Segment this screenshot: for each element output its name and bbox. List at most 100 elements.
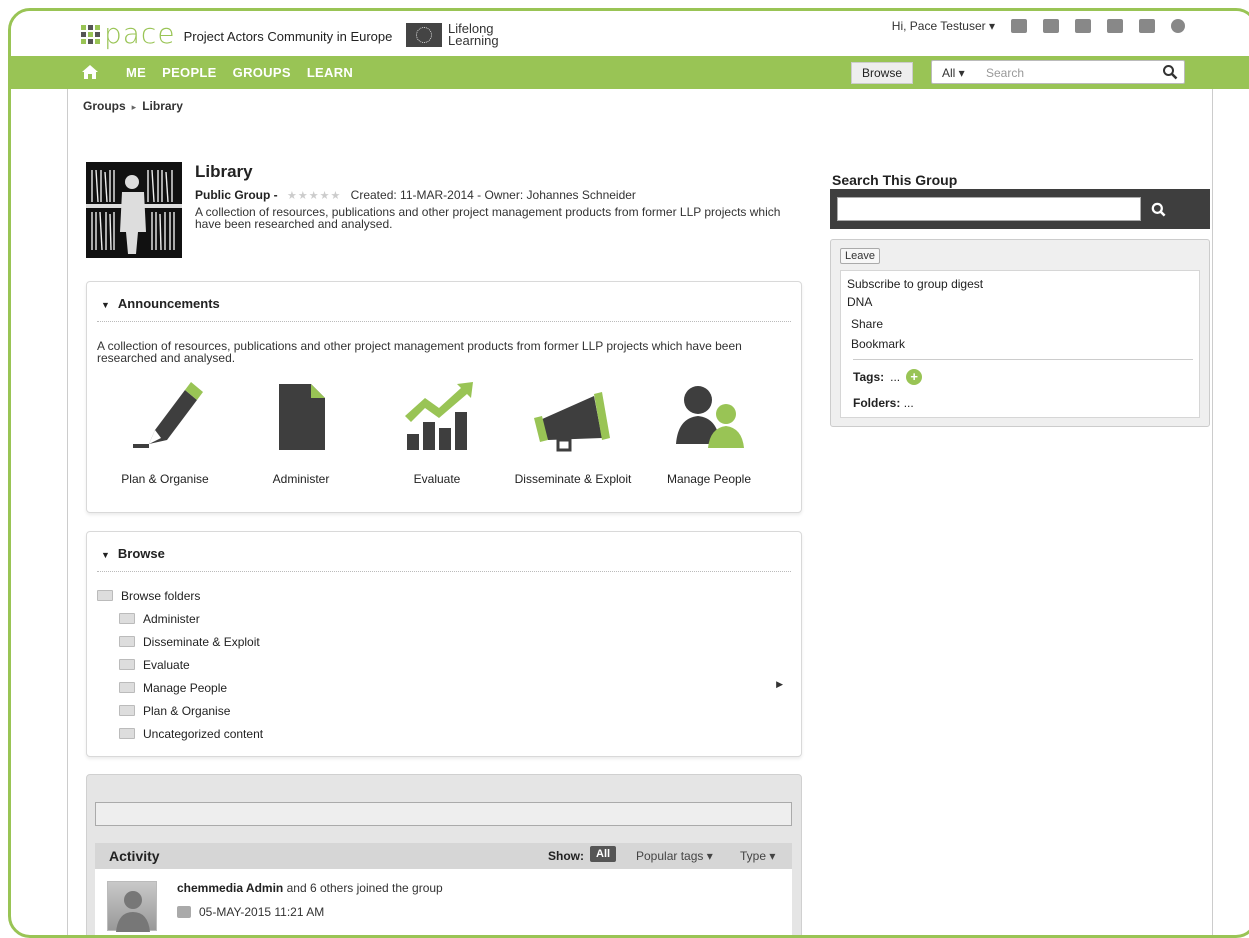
nav-item-me[interactable]: ME (126, 65, 146, 80)
leave-button[interactable]: Leave (840, 248, 880, 264)
rating-stars[interactable]: ★★★★★ (287, 190, 341, 202)
share-link[interactable]: Share (851, 317, 883, 331)
folder-item[interactable]: Manage People (97, 676, 801, 699)
activity-message: and 6 others joined the group (286, 881, 443, 895)
browse-title: Browse (117, 546, 165, 561)
tree-root[interactable]: Browse folders (97, 584, 801, 607)
folders-value: ... (903, 396, 914, 410)
folder-item[interactable]: Administer (97, 607, 801, 630)
tile-label: Evaluate (413, 472, 461, 486)
folder-item[interactable]: Uncategorized content (97, 722, 801, 745)
activity-title: Activity (109, 848, 160, 864)
mail-icon[interactable] (1011, 19, 1027, 33)
activity-actor-link[interactable]: chemmedia Admin (177, 881, 283, 895)
folders-label: Folders: (853, 396, 901, 410)
status-update-input[interactable] (95, 802, 792, 826)
logo-subtitle: Project Actors Community in Europe (183, 28, 393, 44)
help-icon[interactable] (1171, 19, 1185, 33)
folder-tree: Browse folders Administer Disseminate & … (87, 572, 801, 745)
popular-tags-label: Popular tags (636, 849, 704, 863)
add-tag-icon[interactable]: + (906, 369, 923, 385)
tile-plan-organise[interactable]: Plan & Organise (97, 378, 233, 486)
subscribe-link[interactable]: Subscribe to group digest (847, 277, 983, 291)
search-scope-dropdown[interactable]: All ▾ (942, 66, 965, 80)
group-meta: Public Group - ★★★★★ Created: 11-MAR-201… (195, 188, 636, 202)
popular-tags-dropdown[interactable]: Popular tags ▾ (636, 849, 713, 863)
announcements-header[interactable]: ▼ Announcements (97, 282, 791, 322)
folder-icon (119, 659, 135, 670)
show-all-button[interactable]: All (590, 846, 617, 862)
folder-icon (119, 613, 135, 624)
folder-item[interactable]: Disseminate & Exploit (97, 630, 801, 653)
top-bar: pace Project Actors Community in Europe … (11, 11, 1249, 56)
browse-button[interactable]: Browse (851, 62, 913, 84)
tile-label: Plan & Organise (121, 472, 209, 486)
bookmark-link[interactable]: Bookmark (851, 337, 905, 351)
search-scope-label: All (942, 66, 956, 80)
gift-icon[interactable] (1139, 19, 1155, 33)
activity-time: 05-MAY-2015 11:21 AM (177, 905, 324, 919)
group-search-bar (830, 189, 1210, 229)
tags-label: Tags: (853, 370, 885, 384)
announcements-title: Announcements (117, 296, 220, 311)
announcement-text: A collection of resources, publications … (97, 339, 742, 365)
caret-down-icon: ▼ (101, 300, 110, 310)
folder-item[interactable]: Evaluate (97, 653, 801, 676)
group-search-input[interactable] (837, 197, 1141, 221)
nav-item-groups[interactable]: GROUPS (233, 65, 291, 80)
folder-label: Disseminate & Exploit (143, 634, 260, 649)
folder-label: Manage People (143, 680, 228, 695)
calendar-icon[interactable] (1075, 19, 1091, 33)
folder-label: Evaluate (143, 657, 190, 672)
user-area: Hi, Pace Testuser ▾ (892, 19, 1185, 33)
tile-administer[interactable]: Administer (233, 378, 369, 486)
folder-icon (119, 705, 135, 716)
folder-icon (119, 682, 135, 693)
divider (853, 359, 1193, 360)
breadcrumb-library[interactable]: Library (142, 99, 183, 113)
open-folder-icon (119, 728, 135, 739)
group-actions-list: Subscribe to group digest DNA Share Book… (840, 270, 1200, 418)
contacts-icon[interactable] (1043, 19, 1059, 33)
chart-icon (405, 382, 473, 450)
group-image (86, 162, 182, 258)
logo-dots-icon (81, 24, 100, 44)
folder-label: Uncategorized content (143, 726, 264, 741)
browse-header[interactable]: ▼ Browse (97, 532, 791, 572)
group-type: Public Group - (195, 188, 278, 202)
bookmark-icon[interactable] (1107, 19, 1123, 33)
activity-text: chemmedia Admin and 6 others joined the … (177, 881, 443, 895)
nav-item-people[interactable]: PEOPLE (162, 65, 217, 80)
search-input[interactable]: Search (986, 66, 1024, 80)
tile-disseminate-exploit[interactable]: Disseminate & Exploit (505, 378, 641, 486)
global-search[interactable]: All ▾ Search (931, 60, 1185, 84)
site-logo[interactable]: pace Project Actors Community in Europe (81, 20, 393, 48)
type-label: Type (740, 849, 767, 863)
avatar[interactable] (107, 881, 157, 932)
search-icon[interactable] (1150, 201, 1168, 219)
nav-item-learn[interactable]: LEARN (307, 65, 353, 80)
expand-arrow-icon[interactable]: ▶ (776, 679, 783, 690)
chevron-down-icon: ▾ (988, 19, 995, 33)
home-icon[interactable] (81, 63, 99, 81)
eu-flag-icon (406, 23, 442, 47)
dna-link[interactable]: DNA (847, 295, 872, 309)
document-icon (279, 384, 325, 450)
group-actions-box: Leave Subscribe to group digest DNA Shar… (830, 239, 1210, 427)
main-content: Groups ▸ Library Library Public Group - ★★… (67, 89, 1213, 935)
activity-item: chemmedia Admin and 6 others joined the … (95, 869, 792, 935)
caret-down-icon: ▼ (101, 550, 110, 560)
breadcrumb-groups[interactable]: Groups (83, 99, 126, 113)
search-group-title: Search This Group (832, 172, 958, 188)
tile-label: Manage People (666, 472, 752, 486)
type-dropdown[interactable]: Type ▾ (740, 849, 775, 863)
tile-evaluate[interactable]: Evaluate (369, 378, 505, 486)
user-menu[interactable]: Hi, Pace Testuser ▾ (892, 19, 995, 33)
megaphone-icon (534, 392, 610, 452)
group-description: A collection of resources, publications … (195, 205, 781, 231)
folder-item[interactable]: Plan & Organise (97, 699, 801, 722)
main-nav: ME PEOPLE GROUPS LEARN Browse All ▾ Sear… (11, 56, 1249, 89)
search-icon[interactable] (1162, 64, 1178, 80)
folder-icon (97, 590, 113, 601)
tile-manage-people[interactable]: Manage People (641, 378, 777, 486)
